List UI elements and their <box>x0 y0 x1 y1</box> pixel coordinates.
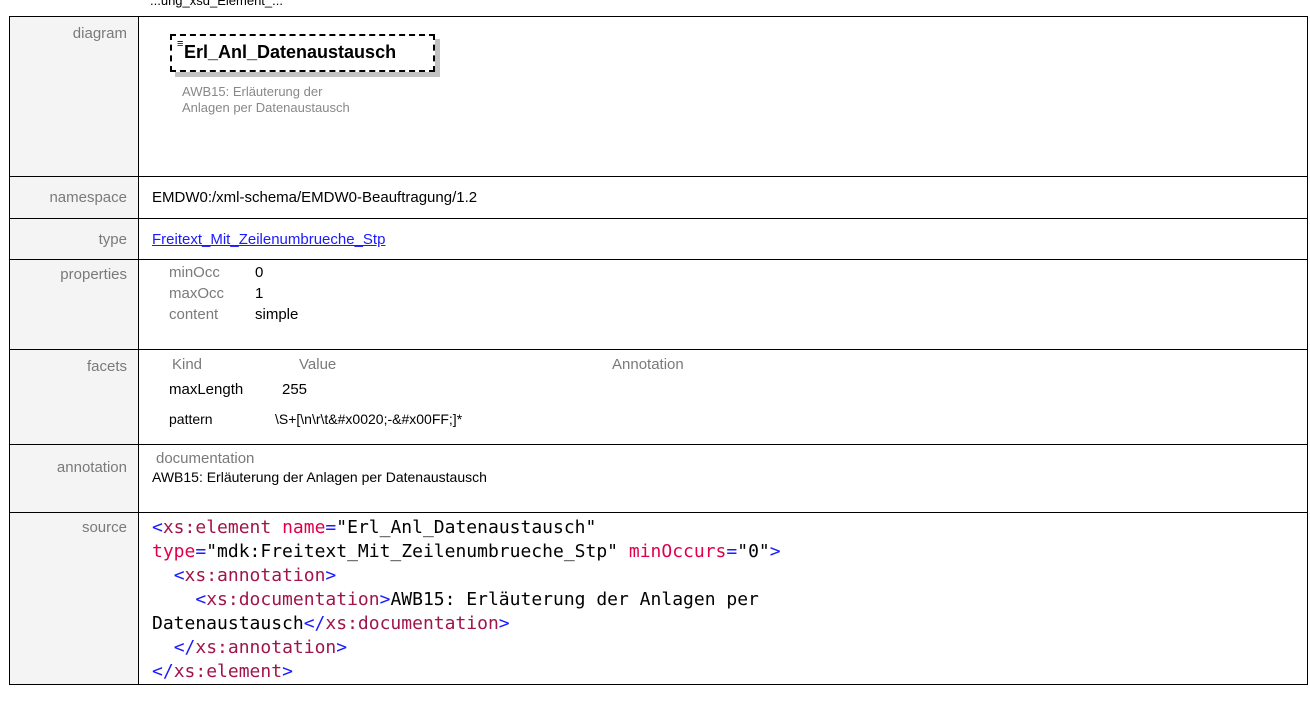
row-properties: properties minOcc 0 maxOcc 1 content sim… <box>9 259 1308 350</box>
annotation-key: documentation <box>156 450 255 467</box>
code-tag: xs:documentation <box>206 589 380 610</box>
code-attr: minOccurs <box>628 541 727 562</box>
facet-value: 255 <box>282 381 308 398</box>
type-cell: Freitext_Mit_Zeilenumbrueche_Stp <box>138 218 1308 260</box>
property-row: content simple <box>152 306 1307 327</box>
label-properties: properties <box>9 259 139 350</box>
row-facets: facets Kind Value Annotation maxLength 2… <box>9 349 1308 445</box>
property-value: simple <box>255 306 299 323</box>
property-row: minOcc 0 <box>152 264 1307 285</box>
row-type: type Freitext_Mit_Zeilenumbrueche_Stp <box>9 218 1308 260</box>
property-key: minOcc <box>169 264 220 281</box>
label-annotation: annotation <box>9 444 139 513</box>
annotation-text: AWB15: Erläuterung der Anlagen per Daten… <box>152 469 487 485</box>
code-attr: type <box>152 541 196 562</box>
label-type: type <box>9 218 139 260</box>
code-tag: xs:element <box>173 661 283 682</box>
code-tag: xs:annotation <box>184 565 326 586</box>
namespace-value: EMDW0:/xml-schema/EMDW0-Beauftragung/1.2 <box>138 176 1308 219</box>
code-text: Datenaustausch <box>152 613 304 634</box>
property-row: maxOcc 1 <box>152 285 1307 306</box>
facet-value: \S+[\n\r\t&#x0020;-&#x00FF;]* <box>275 411 463 427</box>
code-text: AWB15: Erläuterung der Anlagen per <box>390 589 759 610</box>
property-key: content <box>169 306 219 323</box>
facet-kind: pattern <box>169 411 213 427</box>
label-namespace: namespace <box>9 176 139 219</box>
label-diagram: diagram <box>9 16 139 177</box>
header-fragment-text: ...ung_xsd_Element_... <box>150 0 283 8</box>
code-tag: xs:annotation <box>195 637 337 658</box>
diagram-doc-line1: AWB15: Erläuterung der <box>182 84 323 99</box>
label-facets: facets <box>9 349 139 445</box>
code-attr: name <box>282 517 326 538</box>
code-value: "0" <box>737 541 770 562</box>
diagram-cell: ≡ Erl_Anl_Datenaustausch AWB15: Erläuter… <box>138 16 1308 177</box>
element-doc-table: diagram ≡ Erl_Anl_Datenaustausch AWB15: … <box>9 16 1308 685</box>
property-key: maxOcc <box>169 285 225 302</box>
type-link[interactable]: Freitext_Mit_Zeilenumbrueche_Stp <box>152 231 385 248</box>
facet-kind: maxLength <box>169 381 244 398</box>
facets-header-kind: Kind <box>172 356 203 373</box>
row-diagram: diagram ≡ Erl_Anl_Datenaustausch AWB15: … <box>9 16 1308 177</box>
property-value: 0 <box>255 264 264 281</box>
source-cell: <xs:element name="Erl_Anl_Datenaustausch… <box>138 512 1308 685</box>
row-namespace: namespace EMDW0:/xml-schema/EMDW0-Beauft… <box>9 176 1308 219</box>
code-value: "Erl_Anl_Datenaustausch" <box>336 517 597 538</box>
code-tag: xs:element <box>162 517 272 538</box>
label-source: source <box>9 512 139 685</box>
diagram-doc: AWB15: Erläuterung der Anlagen per Daten… <box>182 84 442 116</box>
row-annotation: annotation documentation AWB15: Erläuter… <box>9 444 1308 513</box>
element-box-name: Erl_Anl_Datenaustausch <box>184 42 397 62</box>
code-tag: xs:documentation <box>325 613 499 634</box>
properties-cell: minOcc 0 maxOcc 1 content simple <box>138 259 1308 350</box>
facets-table: Kind Value Annotation maxLength 255 patt… <box>152 350 1307 436</box>
facets-cell: Kind Value Annotation maxLength 255 patt… <box>138 349 1308 445</box>
element-box[interactable]: ≡ Erl_Anl_Datenaustausch <box>170 34 435 72</box>
code-value: "mdk:Freitext_Mit_Zeilenumbrueche_Stp" <box>206 541 619 562</box>
properties-list: minOcc 0 maxOcc 1 content simple <box>152 260 1307 327</box>
element-lines-icon: ≡ <box>177 38 184 50</box>
source-code: <xs:element name="Erl_Anl_Datenaustausch… <box>152 517 781 682</box>
facets-header-value: Value <box>299 356 337 373</box>
property-value: 1 <box>255 285 264 302</box>
row-source: source <xs:element name="Erl_Anl_Datenau… <box>9 512 1308 685</box>
facets-header-annotation: Annotation <box>612 356 684 373</box>
diagram-doc-line2: Anlagen per Datenaustausch <box>182 100 350 115</box>
annotation-cell: documentation AWB15: Erläuterung der Anl… <box>138 444 1308 513</box>
diagram-canvas: ≡ Erl_Anl_Datenaustausch AWB15: Erläuter… <box>152 17 552 157</box>
